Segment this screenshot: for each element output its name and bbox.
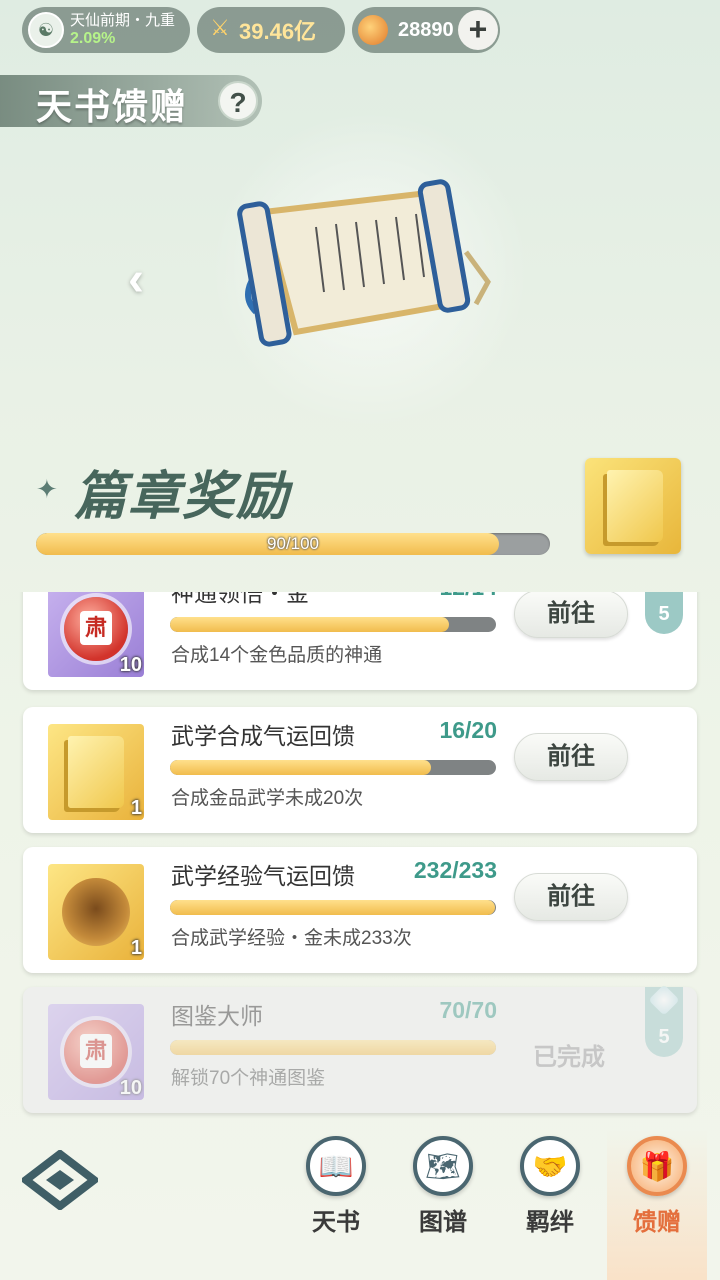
handshake-icon: 🤝 [520,1136,580,1196]
help-button[interactable]: ? [218,81,258,121]
task-icon: 肃 10 [48,1004,144,1100]
reward-badge: 5 [645,592,683,634]
nav-jiban[interactable]: 🤝 羁绊 [500,1130,600,1280]
reward-badge: 5 [645,984,683,1057]
coin-icon [358,15,388,45]
task-icon: 1 [48,864,144,960]
add-currency-button[interactable]: + [458,10,498,50]
menu-icon[interactable] [22,1150,98,1210]
task-progress-fill [170,1040,496,1055]
task-card: 肃 10 神通领悟・金 12/14 合成14个金色品质的神通 前往 5 [23,592,697,690]
nav-label: 天书 [312,1209,360,1236]
nav-label: 羁绊 [526,1209,574,1236]
gem-icon [648,592,680,593]
task-name: 神通领悟・金 [171,592,309,606]
nav-kuizeng[interactable]: 🎁 馈赠 [607,1130,707,1280]
currency-value: 28890 [398,18,454,41]
scroll-image [237,179,491,347]
currency-display: 28890 + [352,7,500,53]
avatar-icon: ☯ [28,12,64,48]
task-qty: 10 [119,654,142,676]
power-value: 39.46亿 [239,19,317,44]
task-progress: 16/20 [439,717,497,743]
task-name: 图鉴大师 [171,1003,263,1029]
medal-icon: 肃 [64,597,128,661]
swords-icon: ⚔ [210,15,230,40]
realm-percent: 2.09% [70,30,116,47]
task-desc: 解锁70个神通图鉴 [171,1068,326,1089]
realm-name: 天仙前期・九重 [70,12,176,29]
monk-icon [62,878,130,946]
task-progress-bar [170,1040,496,1055]
task-desc: 合成武学经验・金未成233次 [171,928,412,949]
book-icon: 📖 [306,1136,366,1196]
combat-power: ⚔ 39.46亿 [197,7,345,53]
task-desc: 合成金品武学未成20次 [171,788,364,809]
task-icon: 1 [48,724,144,820]
task-name: 武学合成气运回馈 [171,723,355,749]
page-title: 天书馈赠 [36,86,189,127]
go-button[interactable]: 前往 [514,733,628,781]
task-progress-fill [170,900,495,915]
task-progress: 12/14 [439,592,497,601]
map-icon: 🗺 [413,1136,473,1196]
task-name: 武学经验气运回馈 [171,863,355,889]
book-icon [607,470,663,542]
task-progress-bar [170,617,496,632]
task-card: 1 武学合成气运回馈 16/20 合成金品武学未成20次 前往 [23,707,697,833]
task-progress-fill [170,760,431,775]
task-progress-fill [170,617,450,632]
realm-status[interactable]: ☯ 天仙前期・九重 2.09% [22,7,190,53]
go-button[interactable]: 前往 [514,592,628,638]
reward-count: 5 [658,1026,670,1048]
task-progress: 232/233 [413,857,497,883]
task-qty: 10 [119,1077,142,1099]
nav-label: 图谱 [419,1209,467,1236]
reward-count: 5 [658,603,670,625]
task-card: 肃 10 图鉴大师 70/70 解锁70个神通图鉴 已完成 5 [23,984,697,1113]
sparkle-icon: ✦ [36,474,58,504]
book-icon [68,736,124,808]
go-button[interactable]: 前往 [514,873,628,921]
task-progress-bar [170,900,496,915]
nav-tianshu[interactable]: 📖 天书 [286,1130,386,1280]
task-desc: 合成14个金色品质的神通 [171,645,383,666]
task-progress-bar [170,760,496,775]
chapter-reward-item[interactable] [585,458,681,554]
task-qty: 1 [130,797,142,819]
task-list[interactable]: 肃 10 神通领悟・金 12/14 合成14个金色品质的神通 前往 5 1 武学… [0,592,720,1120]
chapter-progress-text: 90/100 [267,534,319,553]
task-card: 1 武学经验气运回馈 232/233 合成武学经验・金未成233次 前往 [23,847,697,973]
nav-tupu[interactable]: 🗺 图谱 [393,1130,493,1280]
back-arrow-icon[interactable]: ‹ [128,256,168,306]
medal-icon: 肃 [64,1020,128,1084]
gem-icon [648,984,680,1016]
task-qty: 1 [130,937,142,959]
chapter-title: 篇章奖励 [74,468,291,526]
completed-label: 已完成 [533,1044,605,1071]
nav-label: 馈赠 [633,1209,681,1236]
gift-icon: 🎁 [627,1136,687,1196]
task-progress: 70/70 [439,997,497,1023]
task-icon: 肃 10 [48,592,144,677]
